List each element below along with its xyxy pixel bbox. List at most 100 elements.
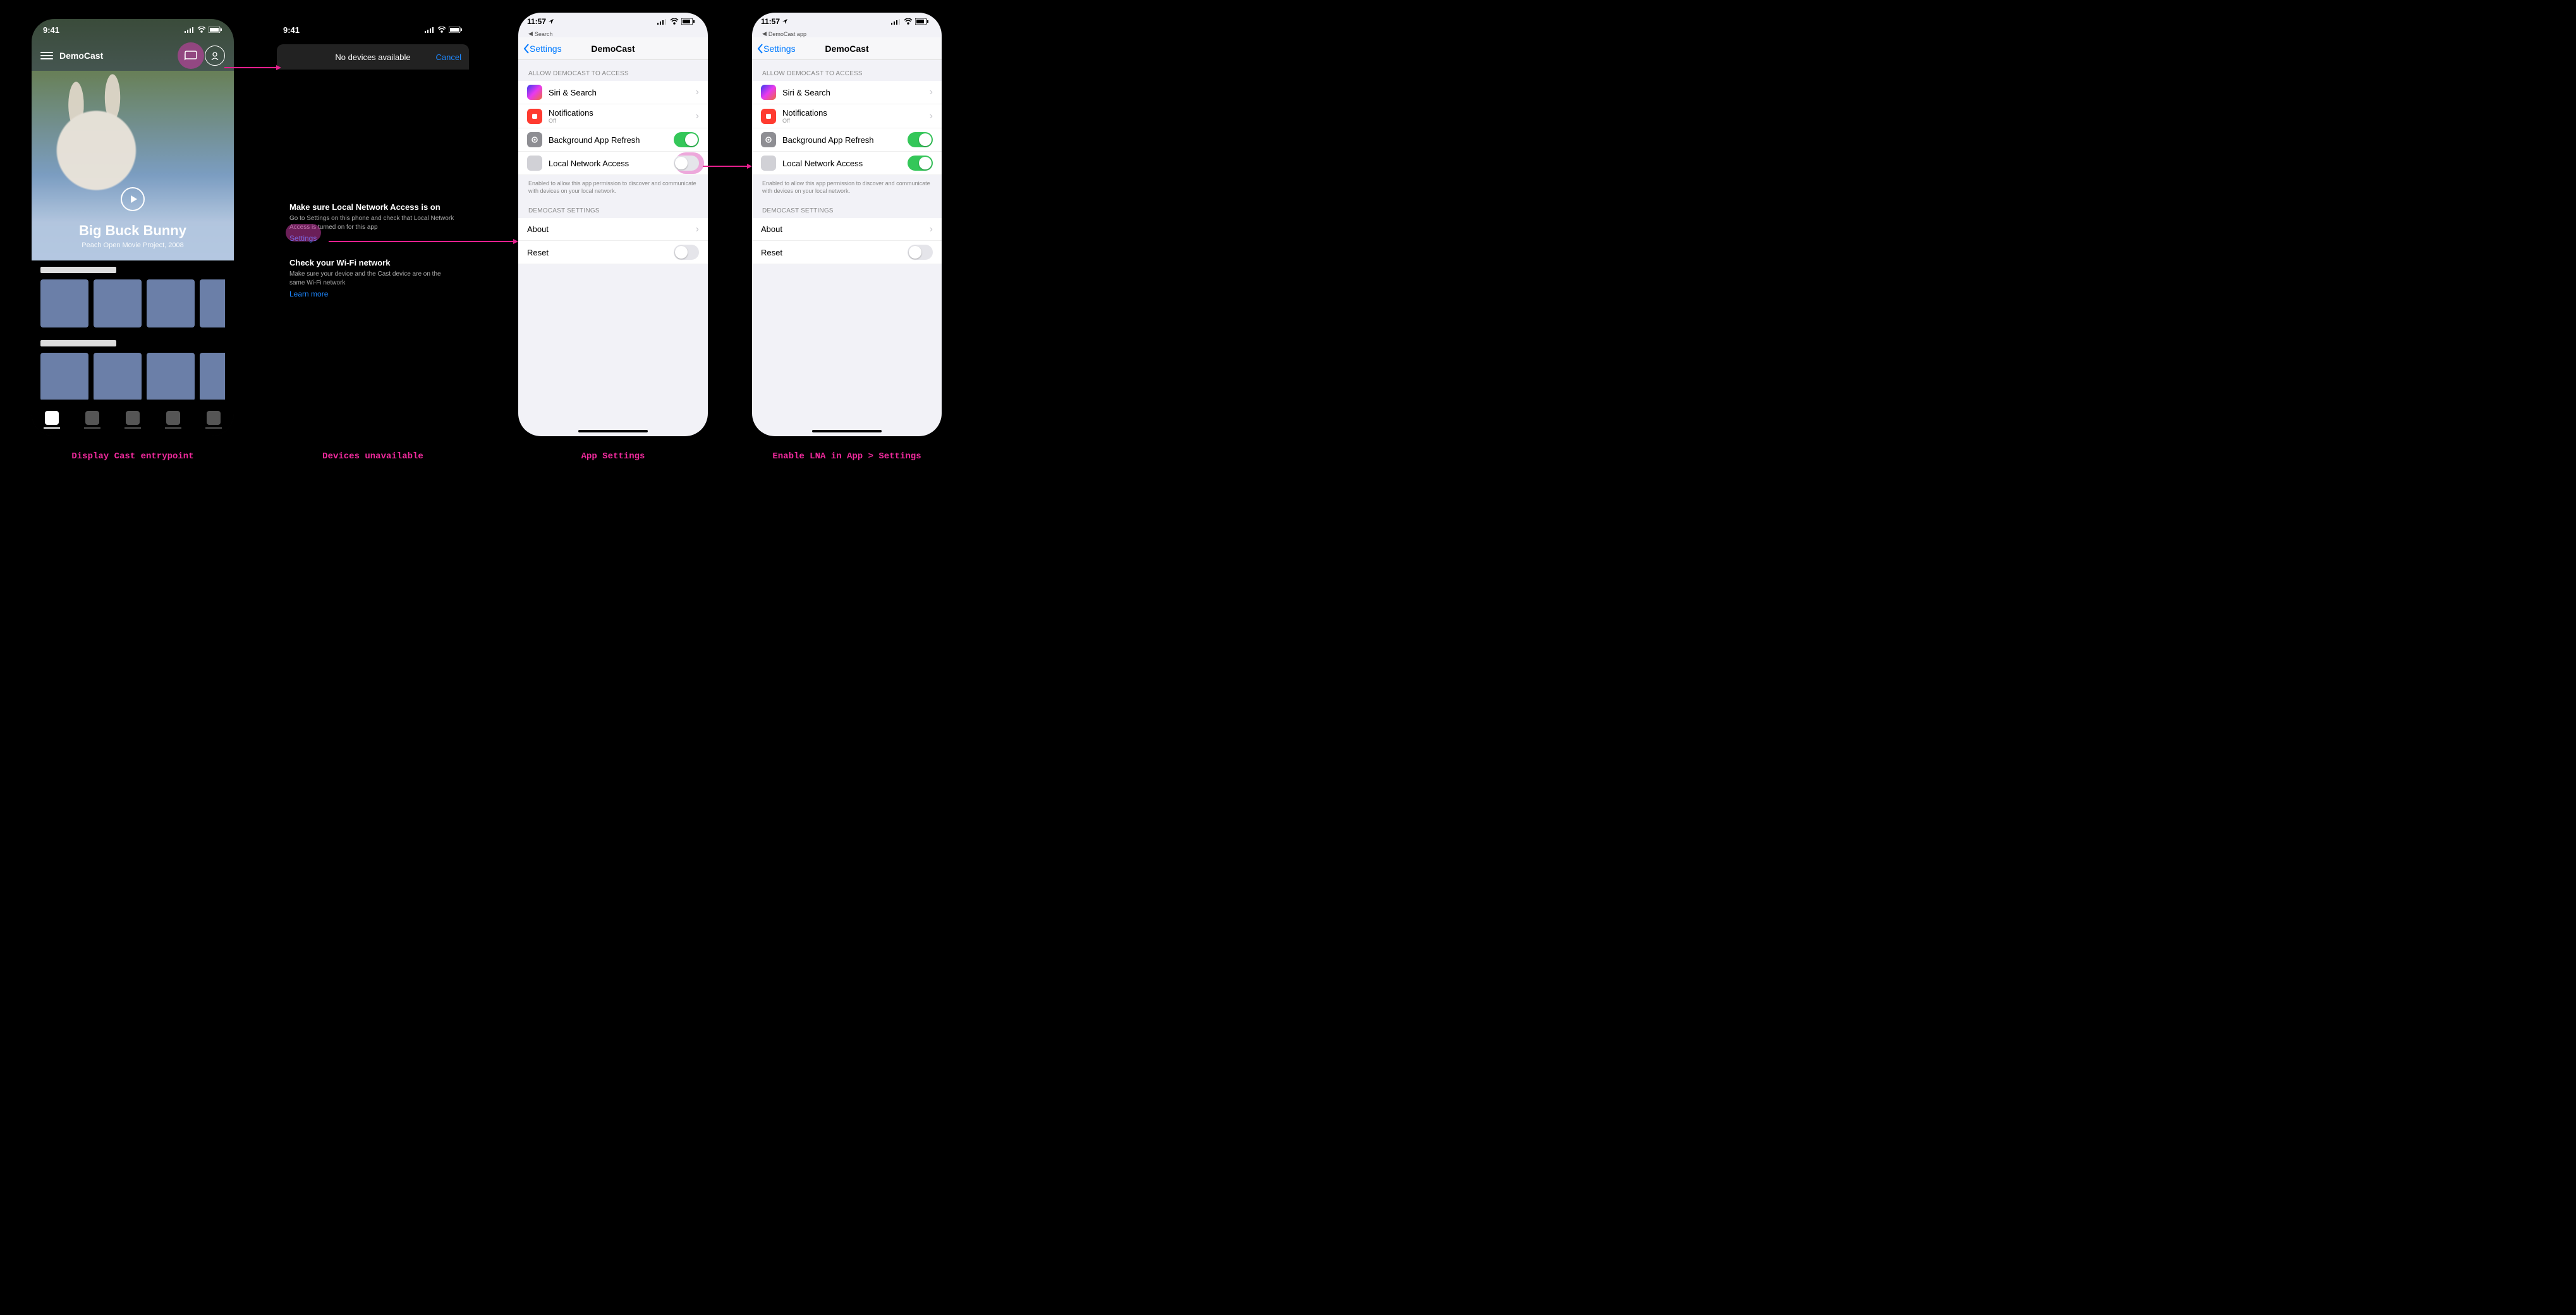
- breadcrumb[interactable]: ◀ Search: [518, 30, 708, 37]
- bg-refresh-switch[interactable]: [908, 132, 933, 147]
- chevron-right-icon: ›: [696, 87, 699, 98]
- content-tile[interactable]: [147, 279, 195, 327]
- lna-footnote: Enabled to allow this app permission to …: [518, 175, 708, 197]
- cell-label: Background App Refresh: [782, 135, 874, 145]
- status-bar: 9:41: [272, 19, 474, 40]
- nav-tab-5[interactable]: [207, 411, 221, 425]
- cell-bg-refresh: Background App Refresh: [518, 128, 708, 152]
- wifi-icon: [904, 18, 913, 25]
- home-indicator[interactable]: [812, 430, 882, 432]
- breadcrumb[interactable]: ◀ DemoCast app: [752, 30, 942, 37]
- nav-tab-4[interactable]: [166, 411, 180, 425]
- cell-sublabel: Off: [549, 118, 593, 124]
- tip-title: Make sure Local Network Access is on: [289, 202, 456, 212]
- cell-label: About: [761, 224, 782, 234]
- cell-about[interactable]: About ›: [752, 218, 942, 241]
- caption-4: Enable LNA in App > Settings: [746, 451, 948, 462]
- cell-about[interactable]: About ›: [518, 218, 708, 241]
- flow-arrow-3: [703, 163, 752, 169]
- status-time: 9:41: [43, 25, 59, 35]
- chevron-left-icon: [523, 44, 530, 54]
- cell-label: Local Network Access: [782, 159, 863, 168]
- content-row-2: [32, 334, 234, 407]
- learn-more-link[interactable]: Learn more: [289, 290, 328, 298]
- breadcrumb-label: Search: [535, 31, 553, 37]
- cast-button[interactable]: [181, 46, 201, 66]
- chevron-right-icon: ›: [930, 111, 933, 122]
- content-tile[interactable]: [94, 353, 142, 401]
- nav-tab-3[interactable]: [126, 411, 140, 425]
- cell-label: Notifications: [549, 108, 593, 118]
- hero-title: Big Buck Bunny: [79, 223, 186, 239]
- bg-refresh-switch[interactable]: [674, 132, 699, 147]
- nav-title: DemoCast: [825, 44, 868, 54]
- chevron-right-icon: ›: [696, 224, 699, 235]
- content-tile[interactable]: [200, 353, 225, 401]
- content-row-1: [32, 260, 234, 334]
- nav-bar: Settings DemoCast: [752, 37, 942, 60]
- profile-button[interactable]: [205, 46, 225, 66]
- cell-sublabel: Off: [782, 118, 827, 124]
- status-bar: 11:57: [518, 13, 708, 30]
- app-icon: [527, 156, 542, 171]
- content-tile[interactable]: [40, 279, 88, 327]
- location-icon: [782, 19, 787, 24]
- caption-3: App Settings: [512, 451, 714, 462]
- nav-tab-1[interactable]: [45, 411, 59, 425]
- back-button[interactable]: Settings: [523, 44, 562, 54]
- tip-title: Check your Wi-Fi network: [289, 258, 456, 267]
- battery-icon: [449, 27, 463, 33]
- content-tile[interactable]: [94, 279, 142, 327]
- siri-icon: [761, 85, 776, 100]
- content-tile[interactable]: [200, 279, 225, 327]
- content-tile[interactable]: [40, 353, 88, 401]
- group-header-app: DemoCast Settings: [752, 197, 942, 218]
- lna-switch[interactable]: [908, 156, 933, 171]
- reset-switch[interactable]: [908, 245, 933, 260]
- chevron-right-icon: ›: [930, 224, 933, 235]
- cell-reset: Reset: [752, 241, 942, 264]
- cellular-icon: [185, 27, 195, 33]
- caption-1: Display Cast entrypoint: [32, 451, 234, 462]
- cell-lna: Local Network Access: [752, 152, 942, 175]
- lna-switch[interactable]: [674, 156, 699, 171]
- hero-subtitle: Peach Open Movie Project, 2008: [82, 242, 183, 249]
- gear-icon: [761, 132, 776, 147]
- status-bar: 11:57: [752, 13, 942, 30]
- cell-label: Notifications: [782, 108, 827, 118]
- reset-switch[interactable]: [674, 245, 699, 260]
- notifications-icon: [527, 109, 542, 124]
- status-bar: 9:41: [32, 19, 234, 40]
- chevron-right-icon: ›: [930, 87, 933, 98]
- lna-footnote: Enabled to allow this app permission to …: [752, 175, 942, 197]
- play-icon: [131, 195, 137, 203]
- cell-notifications[interactable]: NotificationsOff ›: [518, 104, 708, 128]
- battery-icon: [915, 18, 929, 25]
- caption-2: Devices unavailable: [272, 451, 474, 462]
- menu-icon[interactable]: [40, 52, 53, 59]
- location-icon: [549, 19, 554, 24]
- cellular-icon: [425, 27, 435, 33]
- battery-icon: [681, 18, 695, 25]
- cell-notifications[interactable]: NotificationsOff ›: [752, 104, 942, 128]
- wifi-icon: [197, 27, 206, 33]
- cell-bg-refresh: Background App Refresh: [752, 128, 942, 152]
- play-button[interactable]: [121, 187, 145, 211]
- back-button[interactable]: Settings: [757, 44, 796, 54]
- tip-body: Make sure your device and the Cast devic…: [289, 270, 456, 287]
- back-label: Settings: [763, 44, 796, 54]
- cancel-button[interactable]: Cancel: [436, 52, 461, 62]
- cell-label: Background App Refresh: [549, 135, 640, 145]
- settings-link-highlight: [286, 224, 321, 242]
- cell-siri[interactable]: Siri & Search ›: [752, 81, 942, 104]
- cell-siri[interactable]: Siri & Search ›: [518, 81, 708, 104]
- content-tile[interactable]: [147, 353, 195, 401]
- home-indicator[interactable]: [578, 430, 648, 432]
- cell-label: Siri & Search: [549, 88, 597, 97]
- tip-wifi: Check your Wi-Fi network Make sure your …: [289, 258, 456, 300]
- ios-settings-lna-on: 11:57 ◀ DemoCast app Settings DemoCast A…: [752, 13, 942, 436]
- nav-tab-2[interactable]: [85, 411, 99, 425]
- flow-arrow-1: [224, 64, 281, 71]
- section-label-placeholder: [40, 340, 116, 346]
- cast-icon: [185, 51, 197, 61]
